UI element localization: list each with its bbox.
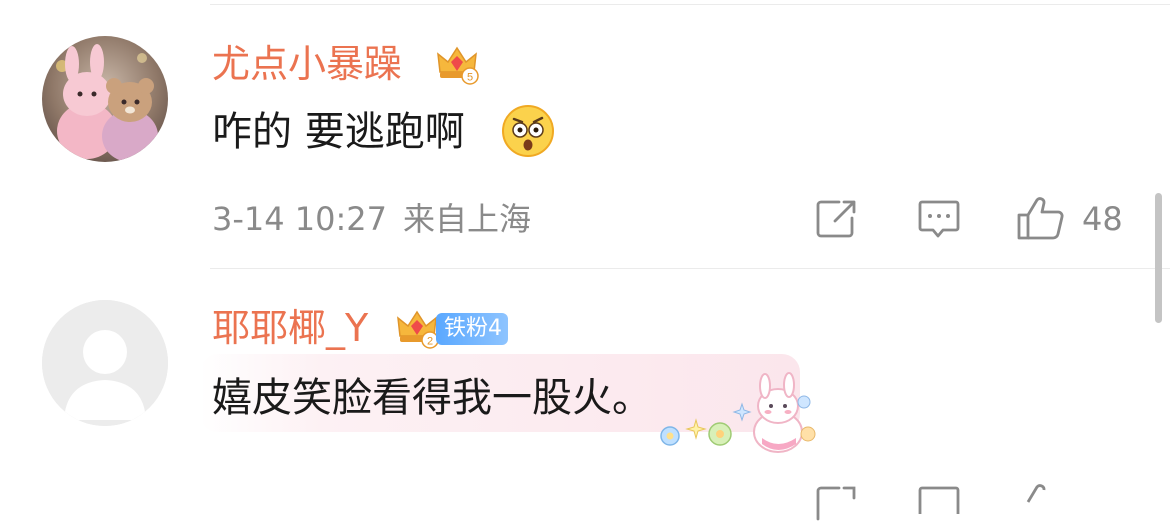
reply-icon[interactable] xyxy=(917,484,961,530)
bunny-flowers-sticker xyxy=(650,372,820,460)
thumbs-up-icon[interactable] xyxy=(1016,482,1066,532)
comment-text[interactable]: 咋的 要逃跑啊 xyxy=(212,112,465,152)
scrollbar[interactable] xyxy=(1155,193,1162,323)
crown-badge-icon[interactable]: 5 xyxy=(434,40,480,90)
divider-middle xyxy=(210,268,1170,269)
comment-date: 3-14 10:27 xyxy=(212,200,388,238)
divider-top xyxy=(210,4,1170,5)
crown-badge-icon[interactable]: 2 xyxy=(394,304,440,354)
avatar[interactable] xyxy=(42,36,168,162)
comment-location: 来自上海 xyxy=(403,200,532,238)
svg-text:2: 2 xyxy=(427,336,433,348)
avatar[interactable] xyxy=(42,300,168,426)
thumbs-up-icon[interactable] xyxy=(1016,195,1066,245)
comment-text[interactable]: 嬉皮笑脸看得我一股火。 xyxy=(212,378,652,418)
like-count[interactable]: 48 xyxy=(1082,203,1123,235)
shocked-face-emoji xyxy=(500,103,556,163)
username[interactable]: 耶耶椰_Y xyxy=(212,309,368,347)
svg-text:5: 5 xyxy=(467,72,473,84)
username[interactable]: 尤点小暴躁 xyxy=(212,45,402,83)
share-icon[interactable] xyxy=(815,484,859,530)
reply-icon[interactable] xyxy=(917,198,961,244)
fan-badge[interactable]: 铁粉4 xyxy=(436,313,508,345)
share-icon[interactable] xyxy=(815,198,859,244)
